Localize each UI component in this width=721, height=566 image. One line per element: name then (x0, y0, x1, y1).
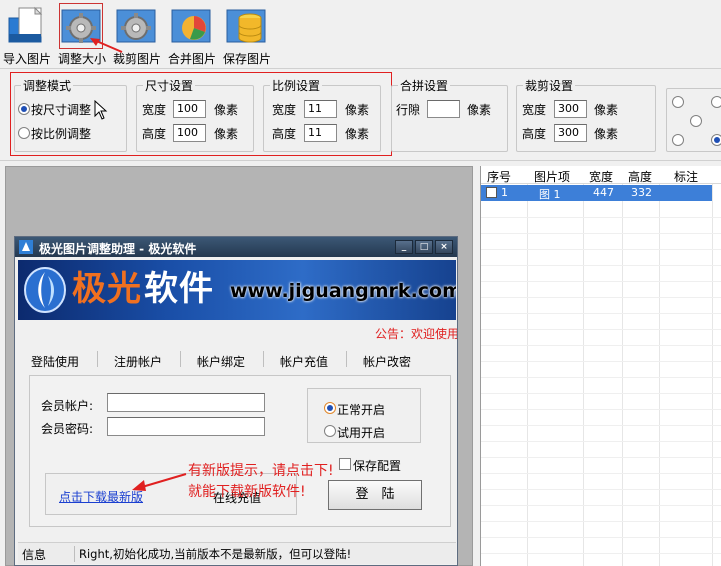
normal-mode-radio[interactable] (324, 402, 336, 414)
brand-banner: 极光 软件 www.jiguangmrk.com (18, 260, 456, 320)
crop-image-button[interactable]: 裁剪图片 (110, 2, 164, 66)
row-width: 447 (593, 186, 614, 199)
row-index: 1 (501, 186, 508, 199)
crop-height-input[interactable]: 300 (554, 124, 587, 142)
mode-by-size-label: 按尺寸调整 (31, 103, 92, 117)
login-button[interactable]: 登 陆 (328, 480, 422, 510)
header-item[interactable]: 图片项 (534, 168, 570, 185)
tab-change-password[interactable]: 帐户改密 (363, 353, 411, 370)
merge-image-button[interactable]: 合并图片 (165, 2, 219, 66)
crop-width-unit: 像素 (594, 103, 619, 117)
minimize-button[interactable]: _ (395, 240, 413, 254)
anchor-top-right-radio[interactable] (711, 96, 721, 108)
merge-group: 合拼设置 (391, 77, 508, 152)
merge-image-label: 合并图片 (167, 52, 216, 66)
crop-width-label: 宽度 (522, 103, 547, 117)
header-width[interactable]: 宽度 (589, 168, 613, 185)
row-height: 332 (631, 186, 652, 199)
row-item: 图 1 (539, 188, 561, 201)
password-label: 会员密码: (41, 422, 94, 436)
anchor-center-radio[interactable] (690, 115, 702, 127)
toolbar-divider (0, 68, 721, 69)
tab-recharge[interactable]: 帐户充值 (280, 353, 328, 370)
ratio-height-unit: 像素 (345, 127, 370, 141)
tab-register[interactable]: 注册帐户 (114, 353, 162, 370)
settings-divider (0, 160, 721, 161)
password-input[interactable] (107, 417, 265, 436)
anchor-top-left-radio[interactable] (672, 96, 684, 108)
resize-button[interactable]: 调整大小 (55, 2, 109, 66)
login-dialog: 极光图片调整助理 - 极光软件 _ □ × 极光 软件 www.jiguangm… (14, 236, 458, 566)
save-config-label: 保存配置 (353, 459, 402, 473)
anchor-bottom-right-radio[interactable] (711, 134, 721, 146)
save-database-icon (226, 9, 266, 43)
annotation-arrow-toolbar (90, 38, 123, 53)
table-row[interactable]: 1 图 1 447 332 (481, 185, 712, 201)
anchor-bottom-left-radio[interactable] (672, 134, 684, 146)
header-note[interactable]: 标注 (674, 168, 698, 185)
crop-height-unit: 像素 (594, 127, 619, 141)
header-height[interactable]: 高度 (628, 168, 652, 185)
import-image-label: 导入图片 (2, 52, 51, 66)
merge-pie-icon (171, 9, 211, 43)
merge-gap-input[interactable] (427, 100, 460, 118)
mode-group-title: 调整模式 (21, 77, 74, 94)
crop-group-title: 裁剪设置 (523, 77, 576, 94)
save-config-checkbox[interactable] (339, 458, 351, 470)
normal-mode-label: 正常开启 (337, 403, 386, 417)
save-image-label: 保存图片 (222, 52, 271, 66)
status-bar: 信息 Right,初始化成功,当前版本不是最新版，但可以登陆! (18, 542, 456, 564)
table-header: 序号 图片项 宽度 高度 标注 (481, 166, 721, 184)
size-group-title: 尺寸设置 (143, 77, 196, 94)
size-width-input[interactable]: 100 (173, 100, 206, 118)
dialog-title-bar[interactable]: 极光图片调整助理 - 极光软件 _ □ × (15, 237, 457, 257)
tab-login[interactable]: 登陆使用 (31, 353, 79, 370)
ratio-height-input[interactable]: 11 (304, 124, 337, 142)
merge-group-title: 合拼设置 (398, 77, 451, 94)
brand-name-a: 极光 (72, 269, 142, 309)
header-index[interactable]: 序号 (487, 168, 511, 185)
brand-name-b: 软件 (144, 269, 214, 309)
crop-height-label: 高度 (522, 127, 547, 141)
size-height-input[interactable]: 100 (173, 124, 206, 142)
annotation-text-line1: 有新版提示，请点击下! (188, 463, 334, 479)
size-width-unit: 像素 (214, 103, 239, 117)
ratio-height-label: 高度 (272, 127, 297, 141)
import-image-button[interactable]: 导入图片 (0, 2, 54, 66)
mouse-cursor-icon (94, 100, 108, 120)
dialog-title: 极光图片调整助理 - 极光软件 (39, 242, 197, 256)
status-message: Right,初始化成功,当前版本不是最新版，但可以登陆! (79, 547, 352, 561)
close-button[interactable]: × (435, 240, 453, 254)
mode-by-ratio-label: 按比例调整 (31, 127, 92, 141)
account-input[interactable] (107, 393, 265, 412)
account-label: 会员帐户: (41, 399, 94, 413)
size-height-unit: 像素 (214, 127, 239, 141)
annotation-text-line2: 就能下载新版软件! (188, 484, 306, 500)
trial-mode-radio[interactable] (324, 425, 336, 437)
crop-width-input[interactable]: 300 (554, 100, 587, 118)
merge-gap-unit: 像素 (467, 103, 492, 117)
trial-mode-label: 试用开启 (337, 426, 386, 440)
mode-by-size-radio[interactable] (18, 103, 30, 115)
status-label: 信息 (22, 548, 47, 562)
mode-by-ratio-radio[interactable] (18, 127, 30, 139)
notice-marquee: 公告：欢迎使用 (375, 327, 457, 341)
import-image-icon (8, 6, 43, 43)
tab-bind-account[interactable]: 帐户绑定 (197, 353, 245, 370)
row-checkbox[interactable] (486, 187, 497, 198)
image-list-table[interactable]: 序号 图片项 宽度 高度 标注 1 图 1 447 332 (480, 166, 721, 566)
maximize-button[interactable]: □ (415, 240, 433, 254)
merge-gap-label: 行隙 (396, 103, 421, 117)
brand-logo-icon (24, 267, 66, 313)
ratio-width-label: 宽度 (272, 103, 297, 117)
app-logo-icon (19, 240, 33, 254)
ratio-width-input[interactable]: 11 (304, 100, 337, 118)
size-height-label: 高度 (142, 127, 167, 141)
size-width-label: 宽度 (142, 103, 167, 117)
brand-url: www.jiguangmrk.com (230, 280, 456, 302)
save-image-button[interactable]: 保存图片 (220, 2, 274, 66)
ratio-group-title: 比例设置 (270, 77, 323, 94)
annotation-arrow-download (132, 473, 187, 491)
ratio-width-unit: 像素 (345, 103, 370, 117)
